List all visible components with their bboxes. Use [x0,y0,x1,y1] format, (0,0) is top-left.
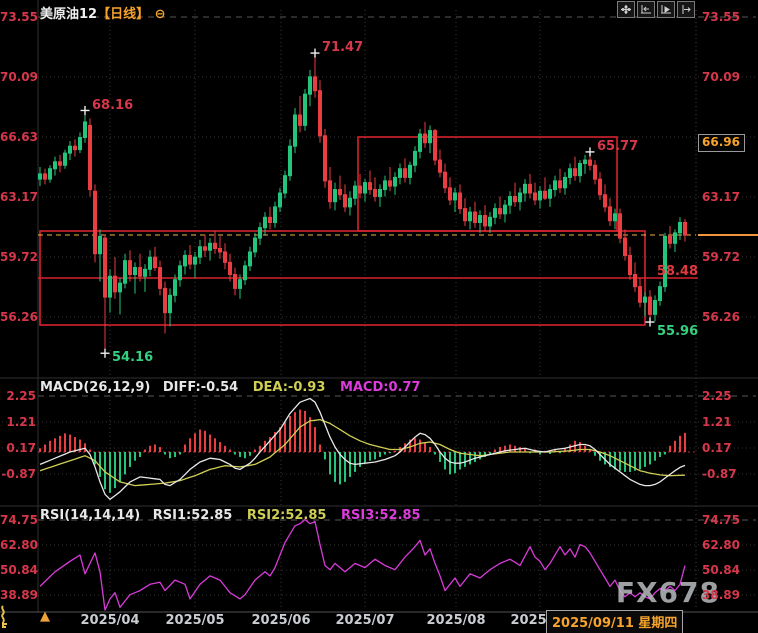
chart-title: 美原油12【日线】 ⊖ [40,3,166,22]
macd-axis-left-tick: 2.25 [6,389,36,403]
macd-axis-right-tick: 1.21 [702,415,732,429]
rsi-axis-left-tick: 74.75 [0,513,38,527]
price-axis-right-tick: 73.55 [702,10,740,24]
price-axis-right-tick: 56.26 [702,310,740,324]
key-icon[interactable] [0,604,11,630]
rsi-axis-left-tick: 38.89 [0,588,38,602]
rsi-axis-right-tick: 50.84 [702,563,740,577]
symbol-name: 美原油12 [40,7,98,22]
price-annotation: 55.96 [657,324,699,339]
price-annotation: 71.47 [322,40,364,55]
macd-axis-right-tick: -0.87 [702,467,737,481]
price-axis-right-tick: 59.72 [702,250,740,264]
macd-diff-value: DIFF:-0.54 [162,380,239,395]
rsi-axis-right-tick: 74.75 [702,513,740,527]
macd-macd-value: MACD:0.77 [339,380,421,395]
axis-playback-icon[interactable] [657,1,675,18]
price-axis-left-tick: 66.63 [0,130,38,144]
rsi2-value: RSI2:52.85 [246,508,327,523]
price-axis-left-tick: 73.55 [0,10,38,24]
price-annotation: 65.77 [597,139,639,154]
macd-axis-right-tick: 2.25 [702,389,732,403]
rsi-axis-right-tick: 62.80 [702,538,740,552]
xaxis-month-label: 2025/04 [80,613,140,628]
rsi-header: RSI(14,14,14) RSI1:52.85 RSI2:52.85 RSI3… [40,508,421,523]
current-date-label: 2025/09/11 星期四 [546,610,684,633]
macd-axis-left-tick: 1.21 [6,415,36,429]
xaxis-month-label: 2025/05 [165,613,225,628]
xaxis-month-label: 2025/08 [426,613,486,628]
triangle-marker-icon[interactable]: ▲ [40,609,50,624]
axis-scale-left-icon[interactable] [637,1,655,18]
macd-axis-left-tick: -0.87 [1,467,36,481]
rsi1-value: RSI1:52.85 [152,508,233,523]
rsi-axis-right-tick: 38.89 [702,588,740,602]
rsi-title: RSI(14,14,14) [40,508,141,523]
price-annotation: 54.16 [112,350,154,365]
collapse-icon[interactable]: ⊖ [155,7,166,22]
price-axis-left-tick: 59.72 [0,250,38,264]
macd-axis-right-tick: 0.17 [702,441,732,455]
axis-shift-right-icon[interactable] [677,1,695,18]
macd-title: MACD(26,12,9) [40,380,151,395]
rsi-axis-left-tick: 50.84 [0,563,38,577]
price-axis-left-tick: 70.09 [0,70,38,84]
chart-toolbar [617,1,695,18]
price-axis-right-tick: 70.09 [702,70,740,84]
xaxis-month-label: 2025/07 [335,613,395,628]
chart-canvas[interactable] [0,0,758,633]
macd-header: MACD(26,12,9) DIFF:-0.54 DEA:-0.93 MACD:… [40,380,421,395]
rsi3-value: RSI3:52.85 [341,508,421,523]
price-axis-left-tick: 63.17 [0,190,38,204]
xaxis-month-label: 2025/06 [251,613,311,628]
macd-axis-left-tick: 0.17 [6,441,36,455]
rsi-axis-left-tick: 62.80 [0,538,38,552]
settlement-price-label: 66.96 [698,134,745,152]
support-price-label: 58.48 [656,264,698,279]
period-label: 【日线】 [97,7,150,22]
macd-dea-value: DEA:-0.93 [252,380,326,395]
price-annotation: 68.16 [92,98,134,113]
crosshair-tool-icon[interactable] [617,1,635,18]
trading-chart-window: { "header": { "symbol": "美原油12", "period… [0,0,758,633]
price-axis-right-tick: 63.17 [702,190,740,204]
price-axis-left-tick: 56.26 [0,310,38,324]
